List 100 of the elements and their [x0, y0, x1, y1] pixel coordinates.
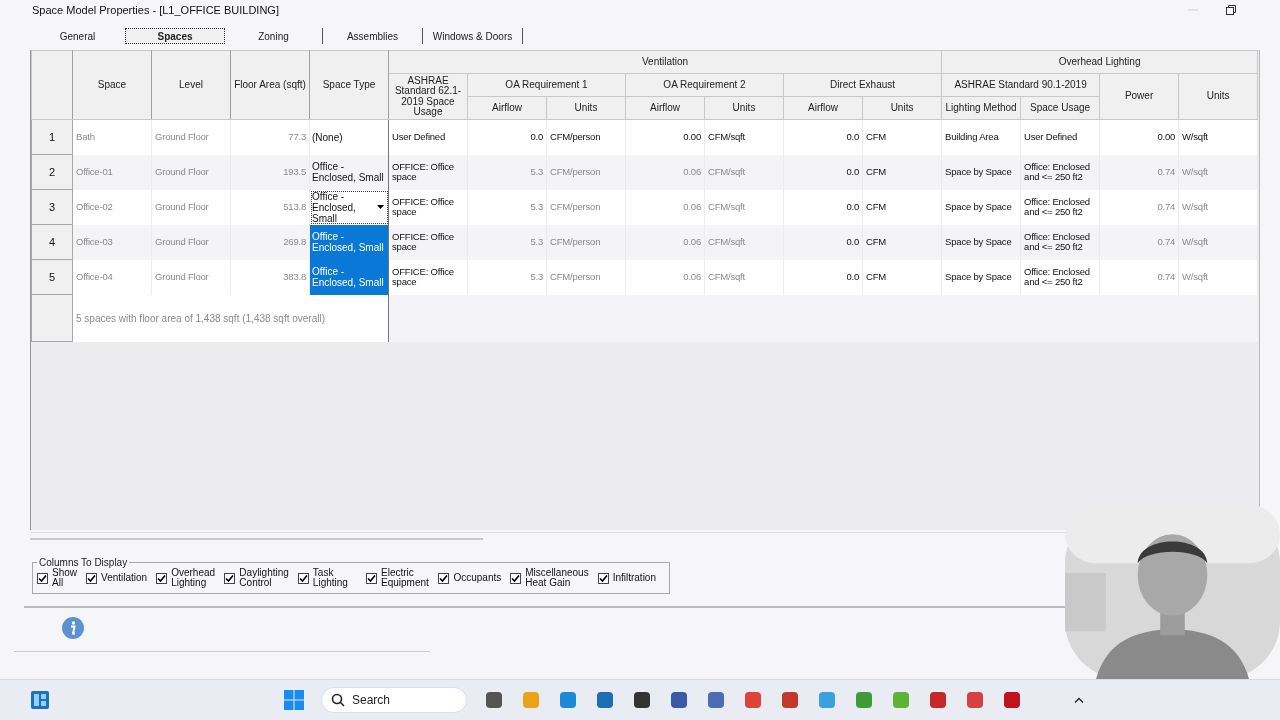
table-cell: Office-04	[72, 259, 152, 295]
table-cell: CFM/person	[546, 224, 626, 260]
table-cell: Office: Enclosed and <= 250 ft2	[1020, 259, 1100, 295]
app-icon[interactable]	[780, 690, 800, 710]
restore-icon[interactable]	[1226, 5, 1236, 15]
table-cell: Bath	[72, 119, 152, 155]
checkbox[interactable]	[366, 572, 378, 584]
checkbox[interactable]	[156, 572, 168, 584]
table-cell: 5.3	[467, 189, 547, 225]
column-header: Units	[1178, 73, 1258, 120]
table-cell: 0.00	[1099, 119, 1179, 155]
row-header[interactable]: 1	[31, 119, 73, 155]
checkbox-label[interactable]: Occupants	[453, 573, 502, 583]
table-cell[interactable]: Office - Enclosed, Small	[309, 224, 389, 260]
window-title: Space Model Properties - [L1_OFFICE BUILDING]	[32, 4, 279, 16]
column-group-header: Ventilation	[388, 50, 942, 74]
chevron-up-icon[interactable]	[1074, 697, 1084, 703]
column-header: OA Requirement 2	[625, 73, 784, 97]
tab[interactable]: Windows & Doors	[423, 28, 523, 44]
tab[interactable]: Spaces	[125, 28, 225, 44]
checkbox-label[interactable]: Task Lighting	[312, 568, 358, 588]
table-cell: Space by Space	[941, 189, 1021, 225]
tab[interactable]: Assemblies	[323, 28, 423, 44]
table-cell: Office: Enclosed and <= 250 ft2	[1020, 154, 1100, 190]
column-header[interactable]: Floor Area (sqft)	[230, 50, 310, 120]
app-icon[interactable]	[484, 690, 504, 710]
table-cell: Ground Floor	[151, 119, 231, 155]
info-icon[interactable]	[62, 617, 84, 639]
windows-start-icon[interactable]	[284, 690, 304, 710]
checkbox-label[interactable]: Infiltration	[612, 573, 656, 583]
table-cell: CFM/sqft	[704, 259, 784, 295]
checkbox[interactable]	[438, 572, 450, 584]
table-cell: W/sqft	[1178, 119, 1258, 155]
column-header[interactable]: Level	[151, 50, 231, 120]
row-header[interactable]: 2	[31, 154, 73, 190]
table-cell: Space by Space	[941, 154, 1021, 190]
table-cell: 0.00	[625, 119, 705, 155]
table-cell: 0.74	[1099, 259, 1179, 295]
table-cell: CFM/person	[546, 154, 626, 190]
app-icon[interactable]	[928, 690, 948, 710]
tab[interactable]: Zoning	[225, 28, 323, 44]
table-cell: CFM	[862, 259, 942, 295]
checkbox[interactable]	[86, 572, 97, 584]
table-cell: 0.06	[625, 154, 705, 190]
row-header[interactable]: 3	[31, 189, 73, 225]
table-cell: User Defined	[1020, 119, 1100, 155]
table-cell[interactable]: Office - Enclosed, Small	[309, 154, 389, 190]
table-cell: W/sqft	[1178, 154, 1258, 190]
widgets-icon[interactable]	[30, 690, 50, 710]
table-cell: CFM/sqft	[704, 154, 784, 190]
checkbox[interactable]	[224, 572, 236, 584]
table-cell: CFM	[862, 224, 942, 260]
app-icon[interactable]	[669, 690, 689, 710]
table-cell: 0.06	[625, 189, 705, 225]
table-cell: OFFICE: Office space	[388, 154, 468, 190]
column-header: OA Requirement 1	[467, 73, 626, 97]
row-header[interactable]: 5	[31, 259, 73, 295]
column-header[interactable]: Space Type	[309, 50, 389, 120]
table-cell: CFM/sqft	[704, 119, 784, 155]
app-icon[interactable]	[1002, 690, 1022, 710]
table-cell: 193.5	[230, 154, 310, 190]
table-cell: User Defined	[388, 119, 468, 155]
checkbox-label[interactable]: Show All	[52, 568, 77, 588]
table-cell: 0.0	[467, 119, 547, 155]
checkbox[interactable]	[597, 572, 609, 584]
column-header: ASHRAE Standard 62.1-2019 Space Usage	[388, 73, 468, 120]
table-cell: 513.8	[230, 189, 310, 225]
table-cell: OFFICE: Office space	[388, 259, 468, 295]
checkbox-label[interactable]: Daylighting Control	[239, 568, 289, 588]
scrollbar-thumb[interactable]	[30, 538, 483, 540]
table-cell: 269.8	[230, 224, 310, 260]
table-cell: 5.3	[467, 154, 547, 190]
checkbox[interactable]	[37, 572, 48, 584]
checkbox[interactable]	[297, 572, 309, 584]
checkbox-label[interactable]: Electric Equipment	[381, 568, 430, 588]
table-cell: CFM/sqft	[704, 189, 784, 225]
table-cell[interactable]: (None)	[309, 119, 389, 155]
checkbox[interactable]	[510, 572, 522, 584]
checkbox-label[interactable]: Miscellaneous Heat Gain	[525, 568, 589, 588]
summary-text: 5 spaces with floor area of 1,438 sqft (1,438 sqft overall)	[72, 294, 389, 342]
app-icon[interactable]	[632, 690, 652, 710]
table-cell: CFM	[862, 119, 942, 155]
row-header[interactable]: 4	[31, 224, 73, 260]
table-cell: 0.06	[625, 224, 705, 260]
table-cell: CFM/person	[546, 119, 626, 155]
table-cell[interactable]: Office - Enclosed, Small	[309, 189, 389, 225]
checkbox-label[interactable]: Overhead Lighting	[171, 568, 216, 588]
table-cell: 0.0	[783, 119, 863, 155]
table-cell: Ground Floor	[151, 189, 231, 225]
tab[interactable]: General	[30, 28, 125, 44]
column-header[interactable]: Space	[72, 50, 152, 120]
table-cell: 5.3	[467, 259, 547, 295]
search-field[interactable]: Search	[321, 687, 467, 713]
table-cell: Building Area	[941, 119, 1021, 155]
checkbox-label[interactable]: Ventilation	[101, 573, 148, 583]
table-cell: Office-01	[72, 154, 152, 190]
dropdown-caret-icon[interactable]	[377, 204, 384, 209]
table-cell: 0.06	[625, 259, 705, 295]
table-cell[interactable]: Office - Enclosed, Small	[309, 259, 389, 295]
table-cell: 0.74	[1099, 189, 1179, 225]
